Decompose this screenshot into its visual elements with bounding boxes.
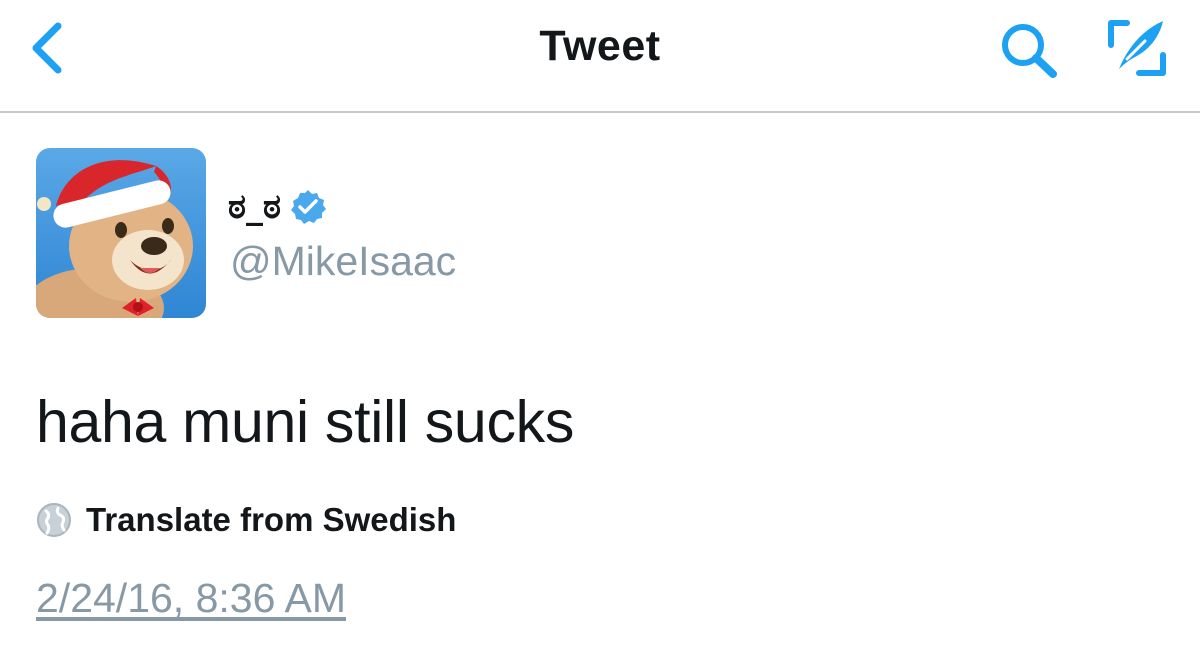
- globe-icon: [37, 503, 71, 537]
- author-handle[interactable]: @MikeIsaac: [230, 238, 456, 285]
- translate-button[interactable]: Translate from Swedish: [36, 500, 456, 540]
- navigation-bar: Tweet: [0, 0, 1200, 113]
- search-icon: [1002, 24, 1057, 78]
- compose-button[interactable]: [1100, 12, 1172, 80]
- compose-tweet-icon: [1108, 20, 1166, 76]
- verified-badge-icon: [290, 190, 326, 224]
- display-name-text: ಠ_ಠ: [228, 187, 281, 227]
- cartoon-bear-avatar-image: [36, 148, 206, 318]
- tweet-text: haha muni still sucks: [36, 389, 575, 455]
- avatar[interactable]: [36, 148, 206, 318]
- author-display-name[interactable]: ಠ_ಠ: [228, 183, 327, 231]
- search-button[interactable]: [996, 20, 1062, 80]
- tweet-timestamp[interactable]: 2/24/16, 8:36 AM: [36, 575, 346, 622]
- translate-label: Translate from Swedish: [86, 501, 457, 538]
